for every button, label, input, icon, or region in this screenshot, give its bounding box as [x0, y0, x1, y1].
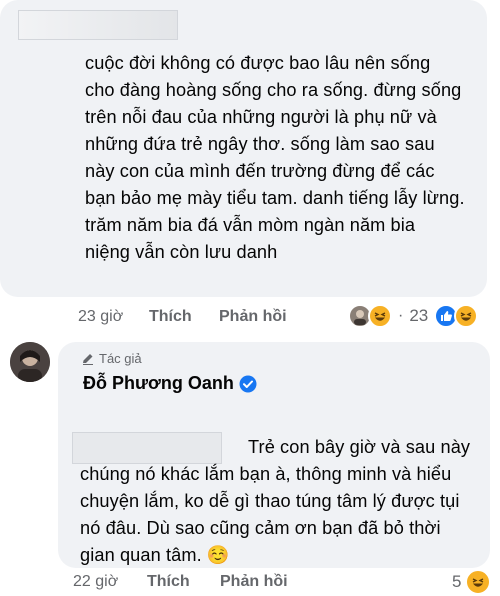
- reaction-count: 23: [409, 306, 429, 325]
- reply-button[interactable]: Phản hồi: [220, 573, 288, 591]
- pen-icon: [81, 352, 95, 366]
- like-button[interactable]: Thích: [149, 308, 192, 326]
- haha-icon: [465, 569, 492, 595]
- redacted-author-name: [18, 10, 178, 40]
- author-line: Đỗ Phương Oanh: [83, 373, 257, 394]
- reply-bubble: Tác giả Đỗ Phương Oanh Trẻ con bây giờ v…: [58, 342, 490, 568]
- reaction-count: 5: [452, 572, 462, 591]
- comment-text: cuộc đời không có được bao lâu nên sống …: [85, 53, 465, 262]
- haha-icon: [368, 304, 392, 328]
- like-button[interactable]: Thích: [147, 573, 190, 591]
- comment-time[interactable]: 23 giờ: [78, 308, 123, 326]
- reaction-summary[interactable]: · 23: [348, 304, 479, 328]
- author-badge: Tác giả: [81, 351, 142, 366]
- reply-button[interactable]: Phản hồi: [219, 308, 287, 326]
- haha-icon: [454, 304, 479, 328]
- author-avatar[interactable]: [10, 342, 50, 382]
- reply-text: Trẻ con bây giờ và sau này chúng nó khác…: [80, 437, 471, 565]
- verified-badge-icon: [239, 375, 257, 393]
- comment-bubble: cuộc đời không có được bao lâu nên sống …: [0, 0, 487, 297]
- reply-time[interactable]: 22 giờ: [73, 573, 118, 591]
- author-badge-label: Tác giả: [99, 351, 142, 366]
- separator: ·: [398, 307, 404, 324]
- author-name[interactable]: Đỗ Phương Oanh: [83, 373, 234, 394]
- reply-reaction-summary[interactable]: 5: [452, 569, 492, 595]
